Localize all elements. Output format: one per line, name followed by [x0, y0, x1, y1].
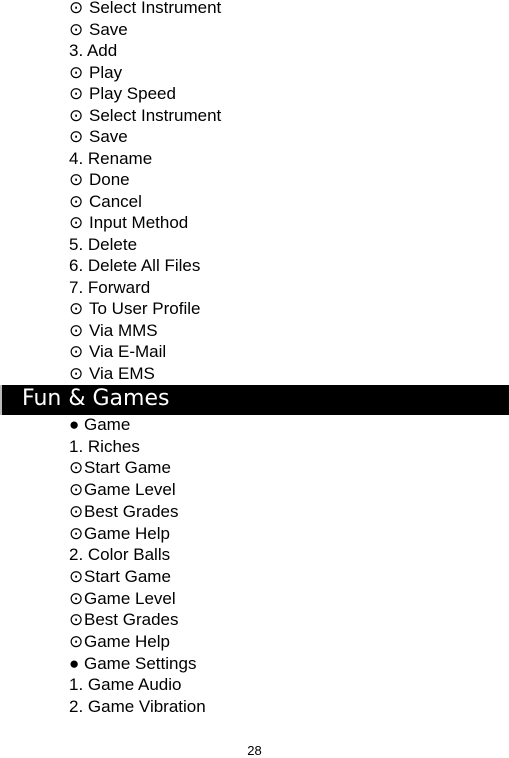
list-item: ⊙ Play Speed — [69, 84, 176, 104]
list-item: ⊙ Play — [69, 63, 122, 83]
list-item-text: Game Settings — [84, 653, 197, 673]
list-item-text: Game Help — [84, 523, 170, 543]
circled-dot-bullet-icon: ⊙ — [69, 105, 84, 125]
list-item: ⊙ Save — [69, 127, 128, 147]
list-item-text: Select Instrument — [89, 0, 222, 17]
circled-dot-bullet-icon: ⊙ — [69, 610, 84, 630]
list-item-text: Done — [89, 170, 130, 189]
list-item: 1. Game Audio — [69, 675, 181, 695]
list-item: 5. Delete — [69, 235, 137, 255]
list-item-text: Save — [89, 19, 128, 39]
list-item-text: Game Level — [84, 480, 176, 500]
circled-dot-bullet-icon: ⊙ — [69, 84, 84, 103]
list-item: ⊙ Via EMS — [69, 364, 155, 384]
list-item: ⊙Game Level — [69, 480, 176, 500]
list-item: ⊙Best Grades — [69, 610, 179, 630]
section-header-title: Fun & Games — [22, 386, 170, 411]
list-item: 2. Game Vibration — [69, 697, 206, 717]
list-item-text: 1. Game Audio — [69, 675, 182, 695]
list-item-text: Game Help — [84, 632, 170, 651]
list-item: 2. Color Balls — [69, 545, 170, 565]
list-item: ⊙Start Game — [69, 567, 171, 587]
filled-bullet-icon: ● — [69, 653, 80, 673]
list-item: ⊙ Input Method — [69, 213, 188, 233]
list-item-text: Cancel — [89, 191, 142, 211]
circled-dot-bullet-icon: ⊙ — [69, 501, 84, 521]
list-item: 1. Riches — [69, 437, 140, 457]
list-item-text: 1. Riches — [69, 436, 140, 456]
section-header-band: Fun & Games — [0, 385, 509, 415]
list-item-text: Play — [89, 62, 123, 82]
list-item: ⊙ Via E-Mail — [69, 342, 166, 362]
list-item-text: 2. Game Vibration — [69, 697, 206, 717]
circled-dot-bullet-icon: ⊙ — [69, 191, 84, 211]
circled-dot-bullet-icon: ⊙ — [69, 480, 84, 500]
list-item: ⊙ To User Profile — [69, 299, 200, 319]
list-item: 7. Forward — [69, 278, 150, 298]
list-item-text: 5. Delete — [69, 234, 138, 254]
list-item: ⊙ Select Instrument — [69, 106, 221, 126]
list-item-text: Game — [84, 415, 131, 434]
list-item-text: Best Grades — [84, 501, 179, 521]
circled-dot-bullet-icon: ⊙ — [69, 458, 84, 478]
page-number: 28 — [247, 743, 262, 758]
list-item: 6. Delete All Files — [69, 256, 200, 276]
circled-dot-bullet-icon: ⊙ — [69, 320, 84, 340]
list-item: ⊙ Save — [69, 20, 128, 40]
circled-dot-bullet-icon: ⊙ — [69, 632, 84, 651]
circled-dot-bullet-icon: ⊙ — [69, 19, 84, 39]
list-item: ⊙ Done — [69, 170, 130, 190]
list-item-text: Via EMS — [89, 363, 155, 383]
list-item: ⊙Game Help — [69, 524, 170, 544]
list-item-text: 6. Delete All Files — [69, 256, 201, 275]
circled-dot-bullet-icon: ⊙ — [69, 127, 84, 146]
list-item: ● Game — [69, 415, 130, 435]
list-item-text: 4. Rename — [69, 148, 153, 168]
circled-dot-bullet-icon: ⊙ — [69, 523, 84, 543]
list-item: ⊙Game Level — [69, 589, 176, 609]
list-item-text: Start Game — [84, 458, 171, 478]
circled-dot-bullet-icon: ⊙ — [69, 62, 84, 82]
circled-dot-bullet-icon: ⊙ — [69, 363, 84, 383]
list-item: 3. Add — [69, 41, 117, 61]
list-item: 4. Rename — [69, 149, 152, 169]
list-item-text: 2. Color Balls — [69, 545, 171, 565]
circled-dot-bullet-icon: ⊙ — [69, 566, 84, 586]
list-item-text: Via MMS — [89, 320, 158, 340]
list-item-text: Via E-Mail — [89, 342, 167, 361]
list-item: ⊙Start Game — [69, 458, 171, 478]
list-item-text: Select Instrument — [89, 105, 222, 125]
circled-dot-bullet-icon: ⊙ — [69, 0, 84, 17]
list-item-text: To User Profile — [89, 299, 201, 318]
list-item-text: Save — [89, 127, 128, 146]
list-item: ⊙Best Grades — [69, 502, 179, 522]
list-item: ● Game Settings — [69, 654, 196, 674]
circled-dot-bullet-icon: ⊙ — [69, 588, 84, 608]
list-item-text: Best Grades — [84, 610, 179, 630]
filled-bullet-icon: ● — [69, 415, 80, 434]
list-item-text: Play Speed — [89, 84, 176, 103]
circled-dot-bullet-icon: ⊙ — [69, 213, 84, 232]
list-item-text: Game Level — [84, 588, 176, 608]
circled-dot-bullet-icon: ⊙ — [69, 342, 84, 361]
circled-dot-bullet-icon: ⊙ — [69, 170, 84, 189]
list-item: ⊙Game Help — [69, 632, 170, 652]
list-item: ⊙ Select Instrument — [69, 0, 221, 18]
list-item-text: 7. Forward — [69, 277, 151, 297]
circled-dot-bullet-icon: ⊙ — [69, 299, 84, 318]
list-item-text: Input Method — [89, 213, 189, 232]
list-item: ⊙ Via MMS — [69, 321, 158, 341]
list-item-text: Start Game — [84, 566, 171, 586]
list-item-text: 3. Add — [69, 41, 118, 60]
list-item: ⊙ Cancel — [69, 192, 142, 212]
